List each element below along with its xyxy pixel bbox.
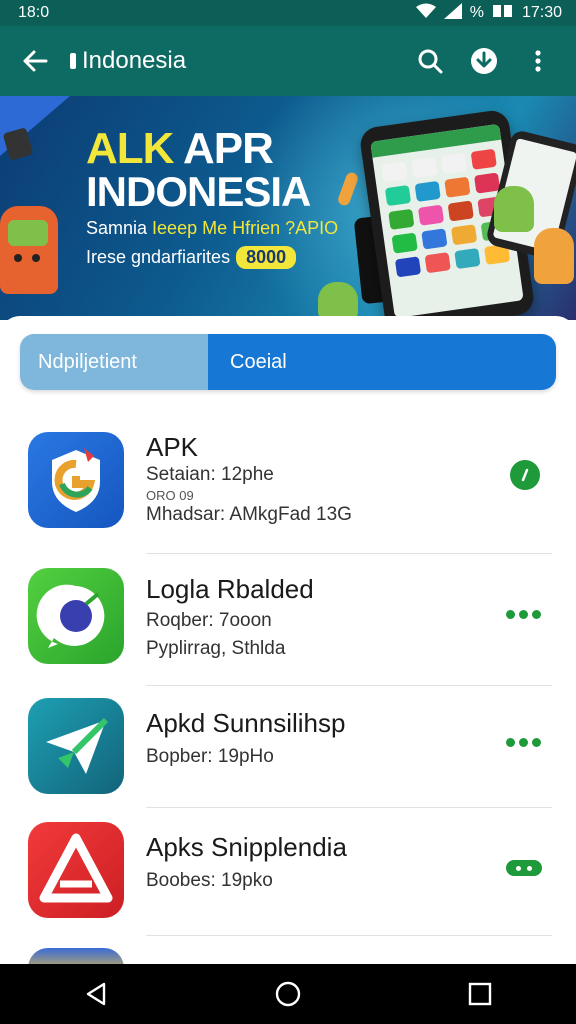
status-time-left: 18:0 bbox=[18, 4, 50, 21]
list-item[interactable]: APK Setaian: 12phe ORO 09 Mhadsar: AMkgF… bbox=[0, 420, 576, 554]
app-icon-send bbox=[28, 698, 124, 794]
more-dots-icon[interactable] bbox=[506, 738, 541, 747]
banner-headline: ALK APR bbox=[86, 124, 274, 174]
mascot-left-icon bbox=[0, 206, 58, 294]
chat-bubble-icon bbox=[36, 584, 105, 648]
app-name: Logla Rbalded bbox=[146, 574, 314, 604]
app-meta-line1: Bopber: 19pHo bbox=[146, 746, 274, 767]
app-meta-line1: Roqber: 7ooon bbox=[146, 610, 272, 631]
banner-subline1: Samnia Ieeep Me Hfrien ?APIO bbox=[86, 218, 338, 239]
status-bar: 18:0 % 17:30 bbox=[0, 0, 576, 26]
banner-headline-part1: ALK bbox=[86, 124, 184, 173]
promo-banner[interactable]: ALK APR INDONESIA Samnia Ieeep Me Hfrien… bbox=[0, 96, 576, 320]
search-icon bbox=[418, 49, 443, 74]
battery-percent: % bbox=[469, 4, 484, 21]
triangle-logo-icon bbox=[39, 833, 113, 903]
app-name: Apks Snipplendia bbox=[146, 832, 347, 862]
banner-badge: 8000 bbox=[236, 246, 297, 269]
nav-back-icon bbox=[86, 982, 106, 1006]
app-actions bbox=[410, 41, 576, 81]
back-button[interactable] bbox=[0, 26, 70, 96]
nav-home-icon bbox=[275, 981, 301, 1007]
app-meta-line2: Pyplirrag, Sthlda bbox=[146, 638, 286, 659]
banner-subline1-part2: Ieeep Me Hfrien ?APIO bbox=[152, 218, 339, 238]
tab-bar: Ndpiljetient Coeial bbox=[20, 334, 556, 390]
list-item[interactable]: Logla Rbalded Roqber: 7ooon Pyplirrag, S… bbox=[0, 554, 576, 686]
paper-plane-icon bbox=[46, 717, 109, 774]
page-title: Indonesia bbox=[70, 47, 186, 75]
divider bbox=[146, 935, 552, 936]
app-meta-line1: Boobes: 19pko bbox=[146, 870, 273, 891]
wifi-icon bbox=[415, 3, 436, 24]
nav-home-button[interactable] bbox=[258, 964, 318, 1024]
app-bar: Indonesia bbox=[0, 26, 576, 96]
app-name: APK bbox=[146, 432, 199, 462]
banner-subline2: Irese gndarfiarites 8000 bbox=[86, 246, 297, 269]
banner-headline-line2: INDONESIA bbox=[86, 168, 311, 215]
app-name: Apkd Sunnsilihsp bbox=[146, 708, 346, 738]
title-marker bbox=[70, 53, 76, 69]
status-time-right: 17:30 bbox=[521, 4, 562, 21]
mascot-orange-icon bbox=[534, 228, 574, 284]
more-dots-icon[interactable] bbox=[506, 610, 541, 619]
status-icons: % 17:30 bbox=[415, 2, 562, 24]
search-button[interactable] bbox=[410, 41, 450, 81]
tab-ndpiljetient[interactable]: Ndpiljetient bbox=[20, 334, 208, 390]
nav-recents-button[interactable] bbox=[450, 964, 510, 1024]
mascot-droid-icon bbox=[494, 186, 534, 232]
nav-recents-icon bbox=[468, 982, 492, 1006]
tab-coeial[interactable]: Coeial bbox=[208, 334, 556, 390]
app-meta-line3: Mhadsar: AMkgFad 13G bbox=[146, 504, 352, 525]
signal-icon bbox=[443, 2, 462, 24]
battery-icon bbox=[492, 4, 514, 23]
app-meta-line1: Setaian: 12phe bbox=[146, 464, 274, 485]
more-pill-icon[interactable] bbox=[506, 860, 542, 876]
mascot-bottom-droid-icon bbox=[318, 282, 358, 320]
shield-icon bbox=[52, 448, 100, 512]
app-icon-shield bbox=[28, 432, 124, 528]
download-icon bbox=[471, 48, 497, 74]
app-icon-chat bbox=[28, 568, 124, 664]
page-title-text: Indonesia bbox=[82, 47, 187, 74]
banner-headline-part2: APR bbox=[183, 124, 274, 173]
banner-subline2-text: Irese gndarfiarites bbox=[86, 247, 231, 267]
download-button[interactable] bbox=[464, 41, 504, 81]
nav-back-button[interactable] bbox=[66, 964, 126, 1024]
app-meta-line2: ORO 09 bbox=[146, 488, 194, 503]
list-item[interactable]: Apkd Sunnsilihsp Bopber: 19pHo bbox=[0, 686, 576, 808]
back-arrow-icon bbox=[23, 50, 48, 72]
app-icon-triangle bbox=[28, 822, 124, 918]
banner-subline1-part1: Samnia bbox=[86, 218, 153, 238]
system-nav-bar bbox=[0, 964, 576, 1024]
more-vert-icon bbox=[535, 50, 541, 72]
installed-status-icon[interactable] bbox=[510, 460, 540, 490]
more-options-button[interactable] bbox=[518, 41, 558, 81]
list-item[interactable]: Apks Snipplendia Boobes: 19pko bbox=[0, 808, 576, 936]
